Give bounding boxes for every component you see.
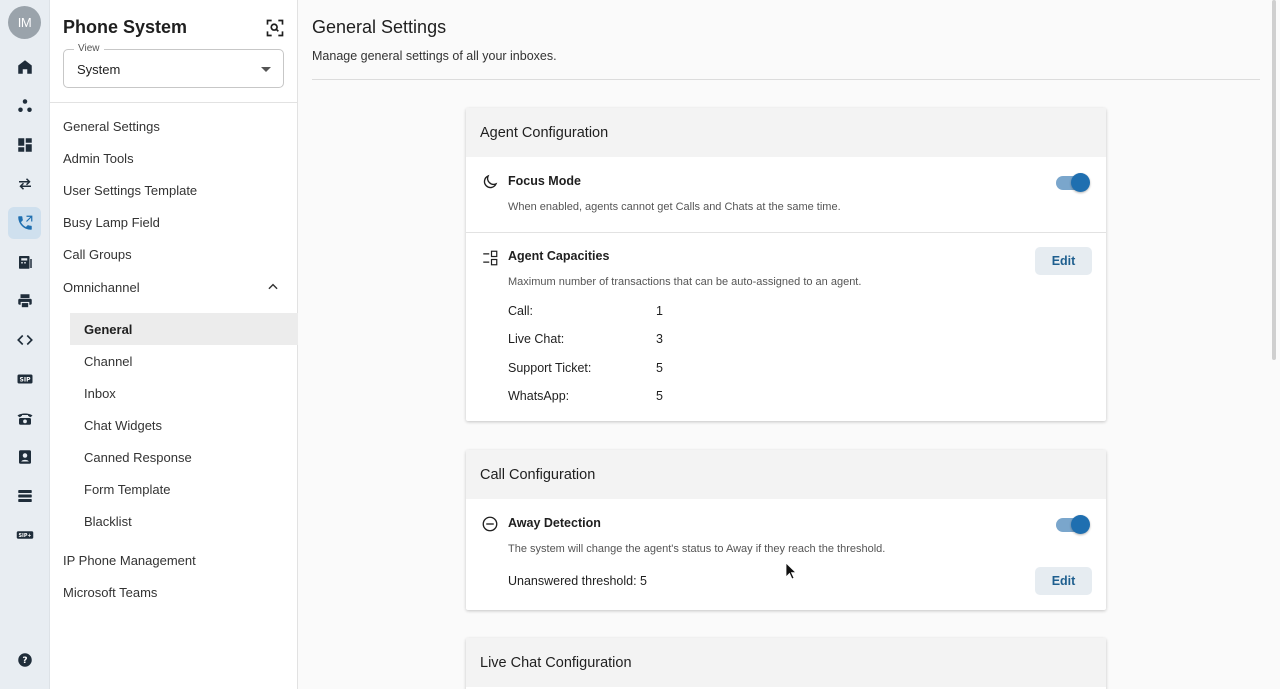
capacity-value: 1 bbox=[656, 304, 663, 318]
phone-system-icon[interactable] bbox=[8, 207, 41, 239]
help-icon[interactable]: ? bbox=[8, 644, 41, 676]
dashboard-icon[interactable] bbox=[8, 129, 41, 161]
view-select[interactable]: View System bbox=[63, 43, 284, 88]
capacity-label: Support Ticket: bbox=[508, 361, 592, 375]
list-icon[interactable] bbox=[8, 480, 41, 512]
svg-text:SIP: SIP bbox=[19, 377, 31, 384]
capacity-label: Call: bbox=[508, 304, 534, 318]
capacity-value: 3 bbox=[656, 332, 663, 346]
sidebar-item-microsoft-teams[interactable]: Microsoft Teams bbox=[63, 585, 157, 600]
sidebar-item-user-settings-template[interactable]: User Settings Template bbox=[63, 183, 197, 198]
mouse-cursor-icon bbox=[785, 562, 797, 580]
focus-mode-title: Focus Mode bbox=[508, 174, 581, 188]
sidebar: Phone System View System General Setting… bbox=[50, 0, 298, 689]
sidebar-item-omnichannel[interactable]: Omnichannel bbox=[63, 280, 140, 295]
transfer-icon[interactable] bbox=[8, 168, 41, 200]
do-not-disturb-icon bbox=[482, 516, 498, 532]
contact-book-icon[interactable] bbox=[8, 441, 41, 473]
away-detection-description: The system will change the agent's statu… bbox=[508, 543, 886, 555]
sidebar-item-call-groups[interactable]: Call Groups bbox=[63, 247, 132, 262]
row-divider bbox=[466, 232, 1106, 233]
sidebar-title: Phone System bbox=[63, 17, 188, 37]
capacity-label: WhatsApp: bbox=[508, 389, 570, 403]
fax-icon[interactable] bbox=[8, 246, 41, 278]
sidebar-item-busy-lamp-field[interactable]: Busy Lamp Field bbox=[63, 215, 160, 230]
desk-phone-icon[interactable] bbox=[8, 402, 41, 434]
capacities-icon bbox=[483, 250, 498, 266]
live-chat-configuration-card: Live Chat Configuration bbox=[466, 638, 1106, 689]
svg-text:?: ? bbox=[22, 656, 27, 666]
away-detection-title: Away Detection bbox=[508, 516, 601, 530]
capacity-value: 5 bbox=[656, 389, 663, 403]
view-select-label: View bbox=[74, 43, 104, 54]
capacity-label: Live Chat: bbox=[508, 332, 565, 346]
sidebar-item-general-settings[interactable]: General Settings bbox=[63, 119, 160, 134]
page-subtitle: Manage general settings of all your inbo… bbox=[312, 49, 557, 63]
vertical-scrollbar[interactable] bbox=[1272, 0, 1276, 360]
user-avatar[interactable]: IM bbox=[8, 6, 41, 39]
network-icon[interactable] bbox=[8, 90, 41, 122]
sidebar-subitem-inbox[interactable]: Inbox bbox=[70, 377, 298, 409]
agent-capacities-title: Agent Capacities bbox=[508, 249, 610, 263]
svg-text:SIP+: SIP+ bbox=[18, 533, 31, 539]
call-configuration-card: Call Configuration Away Detection The sy… bbox=[466, 450, 1106, 610]
capacity-value: 5 bbox=[656, 361, 663, 375]
view-select-value: System bbox=[77, 62, 121, 77]
focus-mode-description: When enabled, agents cannot get Calls an… bbox=[508, 201, 841, 213]
home-icon[interactable] bbox=[8, 51, 41, 83]
card-heading: Agent Configuration bbox=[466, 108, 1106, 157]
edit-away-detection-button[interactable]: Edit bbox=[1035, 567, 1092, 595]
code-icon[interactable] bbox=[8, 324, 41, 356]
sidebar-subitem-general[interactable]: General bbox=[70, 313, 298, 345]
main-content: General Settings Manage general settings… bbox=[298, 0, 1280, 689]
sip-icon[interactable]: SIP bbox=[8, 363, 41, 395]
sidebar-subitem-chat-widgets[interactable]: Chat Widgets bbox=[70, 409, 298, 441]
edit-capacities-button[interactable]: Edit bbox=[1035, 247, 1092, 275]
away-detection-toggle[interactable] bbox=[1056, 515, 1090, 534]
search-scan-icon[interactable] bbox=[264, 17, 286, 39]
moon-icon bbox=[483, 174, 498, 189]
toggle-knob bbox=[1071, 515, 1090, 534]
sidebar-subitem-form-template[interactable]: Form Template bbox=[70, 473, 298, 505]
unanswered-threshold-text: Unanswered threshold: 5 bbox=[508, 574, 647, 588]
sidebar-divider bbox=[50, 102, 298, 103]
sidebar-item-ip-phone-management[interactable]: IP Phone Management bbox=[63, 553, 196, 568]
agent-capacities-description: Maximum number of transactions that can … bbox=[508, 276, 862, 288]
sidebar-item-admin-tools[interactable]: Admin Tools bbox=[63, 151, 134, 166]
toggle-knob bbox=[1071, 173, 1090, 192]
printer-icon[interactable] bbox=[8, 285, 41, 317]
dropdown-caret-icon bbox=[261, 67, 271, 72]
agent-configuration-card: Agent Configuration Focus Mode When enab… bbox=[466, 108, 1106, 421]
app-rail: IM SIP SIP+ ? bbox=[0, 0, 50, 689]
card-heading: Live Chat Configuration bbox=[466, 638, 1106, 687]
sidebar-subitem-canned-response[interactable]: Canned Response bbox=[70, 441, 298, 473]
sidebar-subitem-blacklist[interactable]: Blacklist bbox=[70, 505, 298, 537]
focus-mode-toggle[interactable] bbox=[1056, 173, 1090, 192]
header-divider bbox=[312, 79, 1260, 80]
sidebar-subitem-channel[interactable]: Channel bbox=[70, 345, 298, 377]
chevron-up-icon[interactable] bbox=[266, 280, 280, 294]
sip-plus-icon[interactable]: SIP+ bbox=[8, 519, 41, 551]
page-title: General Settings bbox=[312, 17, 447, 37]
card-heading: Call Configuration bbox=[466, 450, 1106, 499]
